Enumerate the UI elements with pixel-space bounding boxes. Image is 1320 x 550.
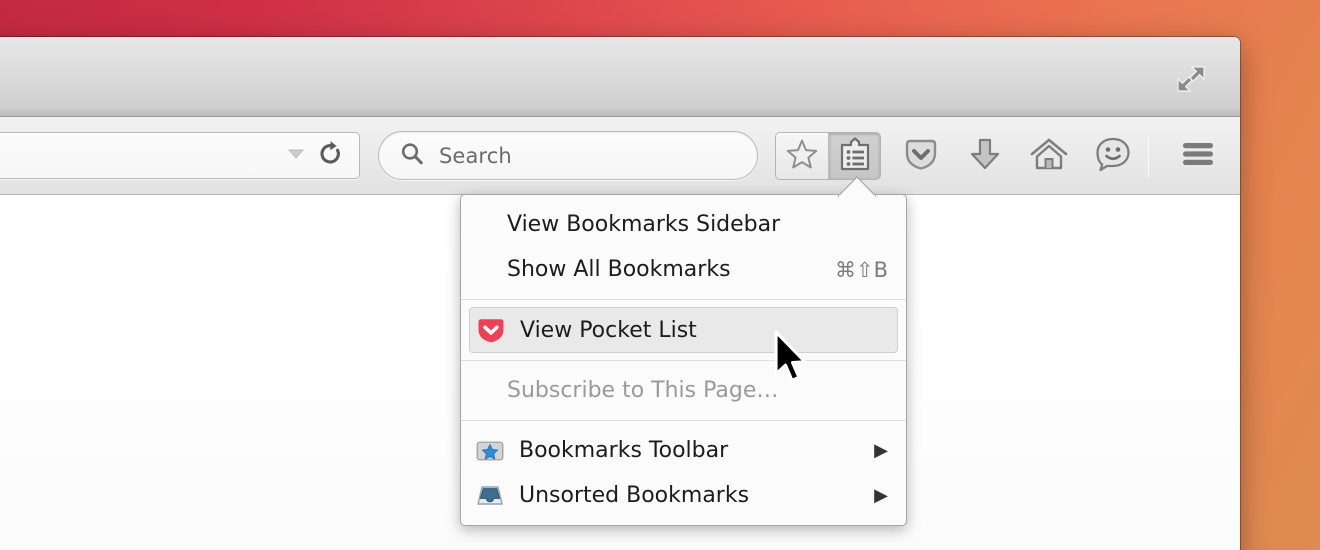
url-bar[interactable] [0, 132, 360, 179]
menu-section-subscribe: Subscribe to This Page… [461, 360, 906, 420]
download-arrow-icon [968, 136, 1002, 176]
downloads-button[interactable] [957, 132, 1013, 180]
smiley-face-icon [1094, 136, 1132, 176]
search-input[interactable]: Search [378, 131, 758, 180]
bookmark-button-group [775, 132, 881, 180]
dropdown-marker-icon[interactable] [285, 143, 307, 169]
submenu-arrow-icon: ▶ [874, 484, 888, 506]
menu-item-view-pocket-list[interactable]: View Pocket List [469, 307, 898, 353]
window-titlebar [0, 37, 1240, 117]
menu-button[interactable] [1170, 132, 1226, 180]
menu-item-label: Show All Bookmarks [507, 257, 731, 282]
navigation-toolbar: Search [0, 117, 1240, 195]
reload-icon[interactable] [315, 139, 345, 173]
menu-section-view: View Bookmarks Sidebar Show All Bookmark… [461, 195, 906, 299]
menu-item-shortcut: ⌘⇧B [834, 257, 888, 282]
menu-section-folders: Bookmarks Toolbar ▶ Unsorted Bookmarks ▶ [461, 420, 906, 525]
menu-item-subscribe-to-this-page: Subscribe to This Page… [461, 368, 906, 413]
menu-item-label: Bookmarks Toolbar [519, 438, 729, 463]
menu-item-bookmarks-toolbar[interactable]: Bookmarks Toolbar ▶ [461, 428, 906, 473]
hello-button[interactable] [1085, 132, 1141, 180]
unsorted-bookmarks-folder-icon [475, 481, 505, 511]
search-icon [399, 141, 425, 171]
menu-item-label: View Pocket List [520, 317, 697, 343]
bookmarks-toolbar-folder-icon [475, 436, 505, 466]
toolbar-separator [1148, 137, 1149, 177]
menu-item-show-all-bookmarks[interactable]: Show All Bookmarks ⌘⇧B [461, 247, 906, 292]
home-icon [1030, 136, 1068, 176]
menu-item-label: Unsorted Bookmarks [519, 483, 750, 508]
menu-item-label: View Bookmarks Sidebar [507, 212, 781, 237]
pocket-icon [903, 136, 939, 176]
menu-item-label: Subscribe to This Page… [507, 378, 779, 403]
search-placeholder: Search [439, 143, 512, 168]
bookmarks-menu-button[interactable] [828, 133, 880, 179]
panel-pointer-arrow [836, 176, 878, 198]
hamburger-menu-icon [1179, 138, 1217, 174]
desktop-background: Search View Bookmarks Sidebar Show All B… [0, 0, 1320, 550]
bookmarks-menu-panel: View Bookmarks Sidebar Show All Bookmark… [460, 194, 907, 526]
star-icon [785, 137, 819, 175]
fullscreen-button[interactable] [1174, 62, 1208, 96]
menu-item-unsorted-bookmarks[interactable]: Unsorted Bookmarks ▶ [461, 473, 906, 518]
menu-item-view-bookmarks-sidebar[interactable]: View Bookmarks Sidebar [461, 202, 906, 247]
bookmark-star-button[interactable] [776, 133, 828, 179]
home-button[interactable] [1021, 132, 1077, 180]
bookmarks-list-icon [838, 136, 872, 176]
pocket-button[interactable] [893, 132, 949, 180]
pocket-icon [476, 315, 506, 345]
menu-section-pocket: View Pocket List [461, 299, 906, 360]
submenu-arrow-icon: ▶ [874, 439, 888, 461]
